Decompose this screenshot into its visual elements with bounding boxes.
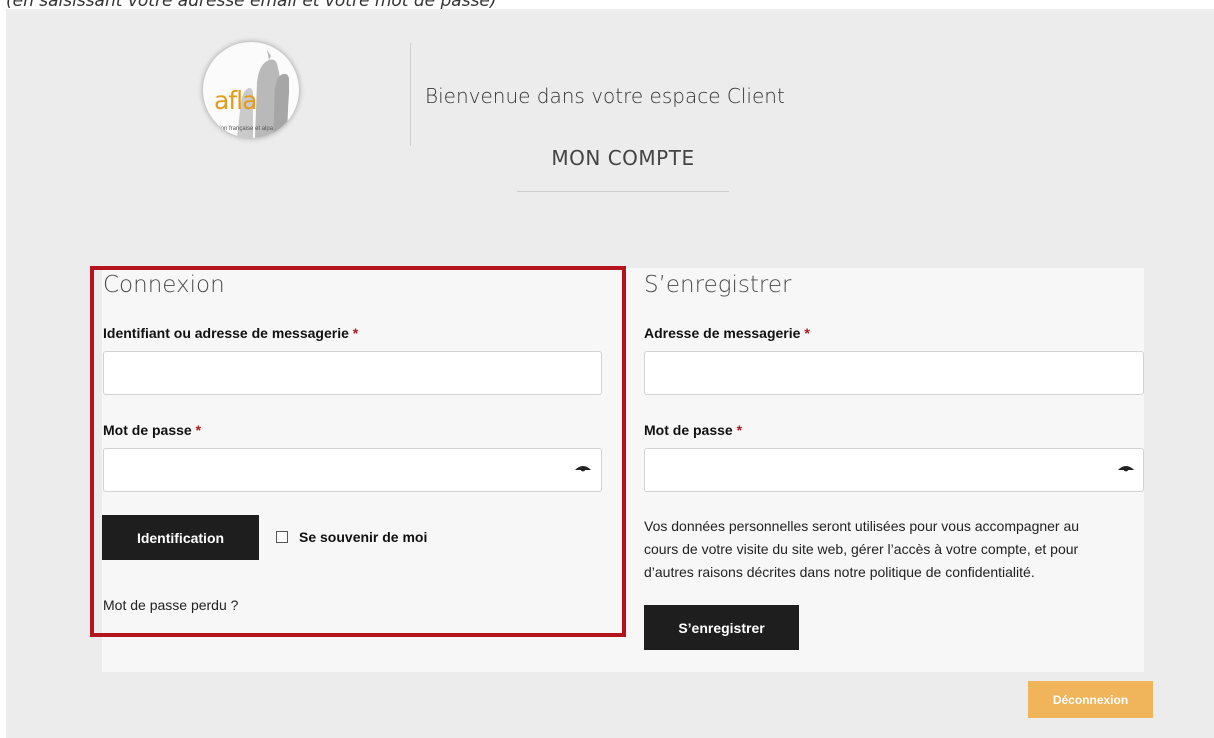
register-email-input[interactable] bbox=[644, 351, 1144, 395]
register-password-label: Mot de passe * bbox=[644, 422, 742, 438]
register-email-label-text: Adresse de messagerie bbox=[644, 325, 801, 341]
page-title: MON COMPTE bbox=[551, 146, 695, 170]
eye-icon[interactable] bbox=[1118, 464, 1134, 474]
logo-wordmark: afla bbox=[214, 86, 257, 115]
privacy-policy-link[interactable]: politique de confidentialité bbox=[870, 564, 1031, 580]
register-email-label: Adresse de messagerie * bbox=[644, 325, 810, 341]
logo-tagline: ciation française et alpa bbox=[210, 126, 274, 132]
privacy-end: . bbox=[1030, 564, 1035, 580]
afla-logo[interactable]: afla ciation française et alpa bbox=[203, 42, 299, 138]
register-button[interactable]: S’enregistrer bbox=[644, 605, 799, 650]
register-password-label-text: Mot de passe bbox=[644, 422, 733, 438]
privacy-notice: Vos données personnelles seront utilisée… bbox=[644, 515, 1114, 584]
register-title: S’enregistrer bbox=[644, 272, 792, 298]
register-password-input[interactable] bbox=[644, 448, 1144, 492]
welcome-text: Bienvenue dans votre espace Client bbox=[425, 84, 785, 108]
logout-button[interactable]: Déconnexion bbox=[1028, 681, 1153, 718]
required-mark: * bbox=[736, 422, 743, 438]
required-mark: * bbox=[804, 325, 810, 341]
login-highlight-frame bbox=[90, 266, 626, 637]
title-underline bbox=[517, 191, 729, 192]
header-divider bbox=[410, 43, 411, 146]
